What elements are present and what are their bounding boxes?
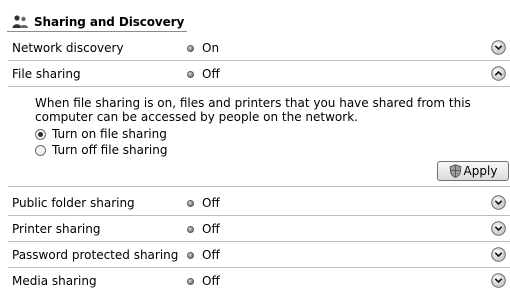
row-password-protected-sharing: Password protected sharing Off	[12, 244, 510, 266]
row-label: Network discovery	[12, 41, 124, 55]
separator	[8, 215, 510, 216]
separator	[8, 86, 510, 87]
chevron-down-icon[interactable]	[491, 273, 506, 288]
chevron-down-icon[interactable]	[491, 40, 506, 55]
status-dot-icon	[187, 199, 194, 207]
row-label: Password protected sharing	[12, 248, 179, 262]
status-dot-icon	[187, 225, 194, 233]
status: Off	[184, 67, 220, 81]
chevron-down-icon[interactable]	[491, 195, 506, 210]
separator	[8, 186, 510, 187]
status-value: Off	[202, 67, 220, 81]
row-media-sharing: Media sharing Off	[12, 270, 510, 292]
status: Off	[184, 274, 220, 288]
apply-label: Apply	[463, 164, 498, 178]
shield-icon	[449, 164, 461, 178]
radio-button-selected[interactable]	[35, 128, 46, 140]
row-public-folder-sharing: Public folder sharing Off	[12, 192, 510, 214]
chevron-up-icon[interactable]	[491, 66, 506, 81]
separator	[8, 241, 510, 242]
status: Off	[184, 222, 220, 236]
row-label: File sharing	[12, 67, 81, 81]
status: On	[184, 41, 219, 55]
row-network-discovery: Network discovery On	[12, 37, 510, 59]
radio-button[interactable]	[35, 144, 46, 156]
file-sharing-details: When file sharing is on, files and print…	[35, 96, 505, 158]
status: Off	[184, 196, 220, 210]
radio-turn-off-file-sharing[interactable]: Turn off file sharing	[35, 142, 505, 158]
people-icon	[12, 15, 28, 28]
status-value: Off	[202, 274, 220, 288]
status-dot-icon	[187, 251, 194, 259]
status-value: Off	[202, 196, 220, 210]
file-sharing-description: When file sharing is on, files and print…	[35, 96, 471, 124]
separator	[8, 267, 510, 268]
status-value: Off	[202, 222, 220, 236]
section-title: Sharing and Discovery	[34, 15, 185, 29]
status-dot-icon	[187, 70, 194, 78]
row-printer-sharing: Printer sharing Off	[12, 218, 510, 240]
chevron-down-icon[interactable]	[491, 221, 506, 236]
chevron-down-icon[interactable]	[491, 247, 506, 262]
radio-label: Turn off file sharing	[52, 143, 168, 157]
status-value: On	[202, 41, 220, 55]
status-value: Off	[202, 248, 220, 262]
section-header: Sharing and Discovery	[7, 13, 187, 32]
status-dot-icon	[187, 277, 194, 285]
radio-turn-on-file-sharing[interactable]: Turn on file sharing	[35, 126, 505, 142]
radio-label: Turn on file sharing	[52, 127, 167, 141]
row-label: Media sharing	[12, 274, 97, 288]
row-file-sharing: File sharing Off	[12, 63, 510, 85]
status: Off	[184, 248, 220, 262]
status-dot-icon	[187, 44, 194, 52]
row-label: Printer sharing	[12, 222, 101, 236]
row-label: Public folder sharing	[12, 196, 135, 210]
separator	[8, 60, 510, 61]
apply-button[interactable]: Apply	[437, 161, 509, 181]
